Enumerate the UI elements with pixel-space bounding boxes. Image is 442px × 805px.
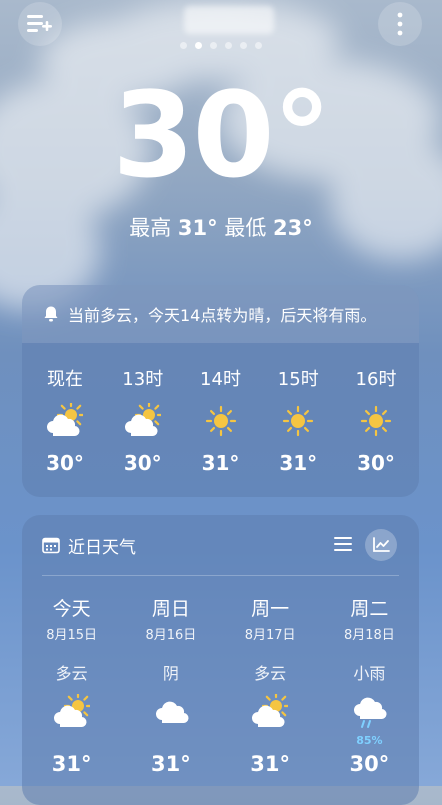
- day-date: 8月15日: [46, 628, 98, 643]
- day-icon: [320, 690, 419, 734]
- list-view-icon[interactable]: [333, 535, 353, 553]
- day-name: 周一: [251, 598, 290, 620]
- sunny-icon: [360, 405, 392, 437]
- forecast-header: 近日天气: [22, 515, 419, 575]
- list-add-icon: [27, 15, 52, 32]
- forecast-title: 近日天气: [68, 537, 136, 558]
- hour-label: 现在: [47, 369, 83, 390]
- sunny-icon: [283, 405, 314, 437]
- day-temperature: 31°: [151, 752, 191, 776]
- day-condition: 阴: [162, 664, 179, 683]
- hour-icon: [32, 391, 98, 451]
- page-indicator: [0, 42, 442, 49]
- sunny-icon: [205, 405, 236, 437]
- chart-view-button[interactable]: [365, 529, 397, 561]
- day-item[interactable]: 周二 8月18日 小雨 85% 30°: [320, 594, 419, 776]
- hour-temperature: 30°: [46, 451, 84, 475]
- hour-icon: [188, 391, 254, 451]
- low-label: 最低: [224, 216, 267, 240]
- partly-cloudy-icon: [252, 694, 289, 728]
- high-value: 31°: [177, 216, 218, 240]
- cloud-icon: [155, 701, 189, 724]
- hour-item: 14时 31°: [188, 365, 254, 475]
- page-dot: [210, 42, 217, 49]
- day-date: 8月16日: [145, 628, 197, 643]
- hour-temperature: 31°: [201, 451, 240, 475]
- rain-icon: [354, 697, 387, 728]
- day-condition: 多云: [55, 664, 88, 683]
- day-item[interactable]: 周一 8月17日 多云 31°: [221, 594, 320, 776]
- day-icon: [121, 690, 220, 734]
- high-low-temperature: 最高 31° 最低 23°: [0, 212, 442, 242]
- day-icon: [221, 690, 320, 734]
- day-temperature: 30°: [349, 752, 390, 776]
- alert-text: 当前多云，今天14点转为晴，后天将有雨。: [68, 306, 377, 325]
- day-precipitation: [221, 734, 320, 748]
- city-name: [184, 6, 274, 34]
- hour-temperature: 31°: [279, 451, 318, 475]
- weather-alert[interactable]: 当前多云，今天14点转为晴，后天将有雨。: [22, 285, 419, 343]
- page-dot: [240, 42, 247, 49]
- more-options-button[interactable]: [378, 2, 422, 46]
- hour-temperature: 30°: [357, 451, 395, 475]
- hour-label: 13时: [122, 369, 164, 390]
- day-precipitation: 85%: [356, 734, 383, 747]
- day-date: 8月18日: [343, 628, 395, 643]
- day-temperature: 31°: [250, 752, 290, 776]
- day-name: 周二: [350, 598, 389, 620]
- day-date: 8月17日: [244, 628, 296, 643]
- hour-icon: [110, 391, 176, 451]
- daily-list[interactable]: 今天 8月15日 多云 31° 周日 8月16日 阴 31° 周一 8月17日 多云…: [22, 594, 419, 776]
- hour-label: 16时: [355, 369, 397, 390]
- hour-temperature: 30°: [123, 451, 162, 475]
- high-label: 最高: [129, 216, 172, 240]
- hour-item: 15时 31°: [265, 365, 331, 475]
- day-item[interactable]: 今天 8月15日 多云 31°: [22, 594, 121, 776]
- hour-icon: [265, 391, 331, 451]
- divider: [42, 575, 399, 576]
- hour-item: 现在 30°: [32, 365, 98, 475]
- bell-icon: [44, 306, 58, 322]
- partly-cloudy-icon: [124, 403, 161, 437]
- current-temperature: 30°: [112, 66, 331, 204]
- hour-label: 14时: [200, 369, 241, 390]
- page-dot: [180, 42, 187, 49]
- day-condition: 小雨: [353, 664, 386, 683]
- day-temperature: 31°: [51, 752, 92, 776]
- line-chart-icon: [373, 537, 390, 552]
- partly-cloudy-icon: [47, 403, 83, 437]
- day-item[interactable]: 周日 8月16日 阴 31°: [121, 594, 220, 776]
- day-name: 周日: [151, 598, 190, 620]
- day-precipitation: [22, 734, 121, 748]
- partly-cloudy-icon: [53, 694, 90, 728]
- hour-item: 13时 30°: [110, 365, 176, 475]
- page-dot: [255, 42, 262, 49]
- page-dot: [225, 42, 232, 49]
- day-name: 今天: [52, 598, 91, 620]
- day-condition: 多云: [254, 664, 287, 683]
- calendar-icon: [42, 537, 60, 554]
- hour-icon: [343, 391, 409, 451]
- day-icon: [22, 690, 121, 734]
- page-dot: [195, 42, 202, 49]
- city-manage-button[interactable]: [18, 2, 62, 46]
- hour-label: 15时: [277, 369, 319, 390]
- hourly-card: 当前多云，今天14点转为晴，后天将有雨。 现在 30° 13时 30° 14时 31…: [22, 285, 419, 497]
- day-precipitation: [121, 734, 220, 748]
- low-value: 23°: [273, 216, 313, 240]
- hour-item: 16时 30°: [343, 365, 409, 475]
- more-vertical-icon: [397, 12, 403, 36]
- hourly-list[interactable]: 现在 30° 13时 30° 14时 31° 15时 31° 16时 30°: [22, 365, 419, 475]
- forecast-card: 近日天气 今天 8月15日 多云 31° 周日 8月16日 阴 31° 周一 8月1…: [22, 515, 419, 805]
